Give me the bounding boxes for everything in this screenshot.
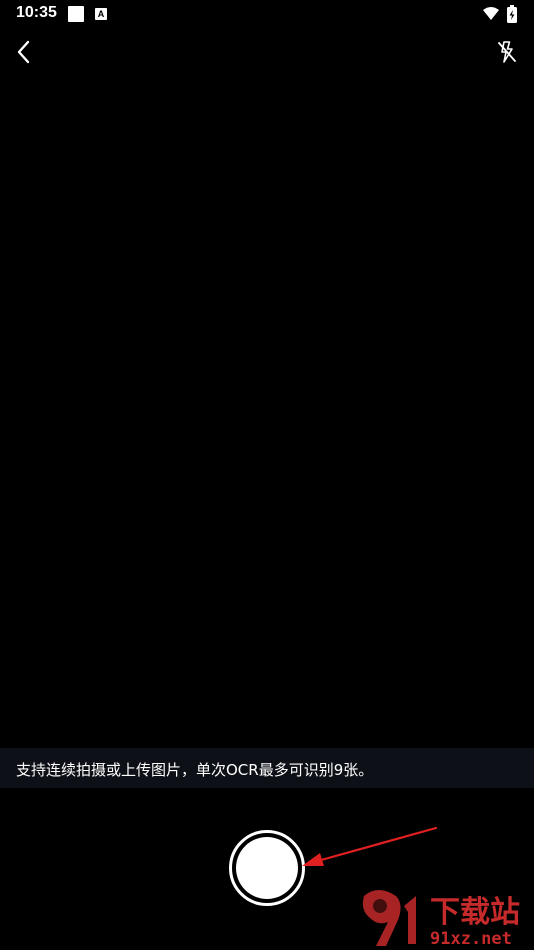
battery-charging-icon [507,5,517,23]
status-bar: 10:35 A [0,0,534,28]
wifi-icon [483,7,499,20]
flash-off-icon [498,41,516,63]
chevron-left-icon [17,40,30,64]
annotation-arrow-icon [302,826,438,866]
back-button[interactable] [10,36,38,68]
flash-toggle-button[interactable] [494,38,520,66]
watermark-graphic: 下载站 91xz.net [362,890,520,949]
hint-bar: 支持连续拍摄或上传图片，单次OCR最多可识别9张。 [0,748,534,788]
status-right-icons [482,5,522,23]
notification-square-icon [68,6,84,22]
status-time: 10:35 [16,4,57,21]
hint-text: 支持连续拍摄或上传图片，单次OCR最多可识别9张。 [16,761,374,779]
watermark-sub-text: 91xz.net [430,929,512,949]
shutter-button[interactable] [229,830,305,906]
a-badge-icon: A [95,8,107,20]
shutter-icon [236,837,298,899]
watermark-main-text: 下载站 [430,895,520,930]
watermark-logo: 下载站 91xz.net [358,886,534,950]
camera-screen: 10:35 A 支持连续拍摄或上传图片，单次OCR最多可识别9张。 下载站 91… [0,0,534,950]
